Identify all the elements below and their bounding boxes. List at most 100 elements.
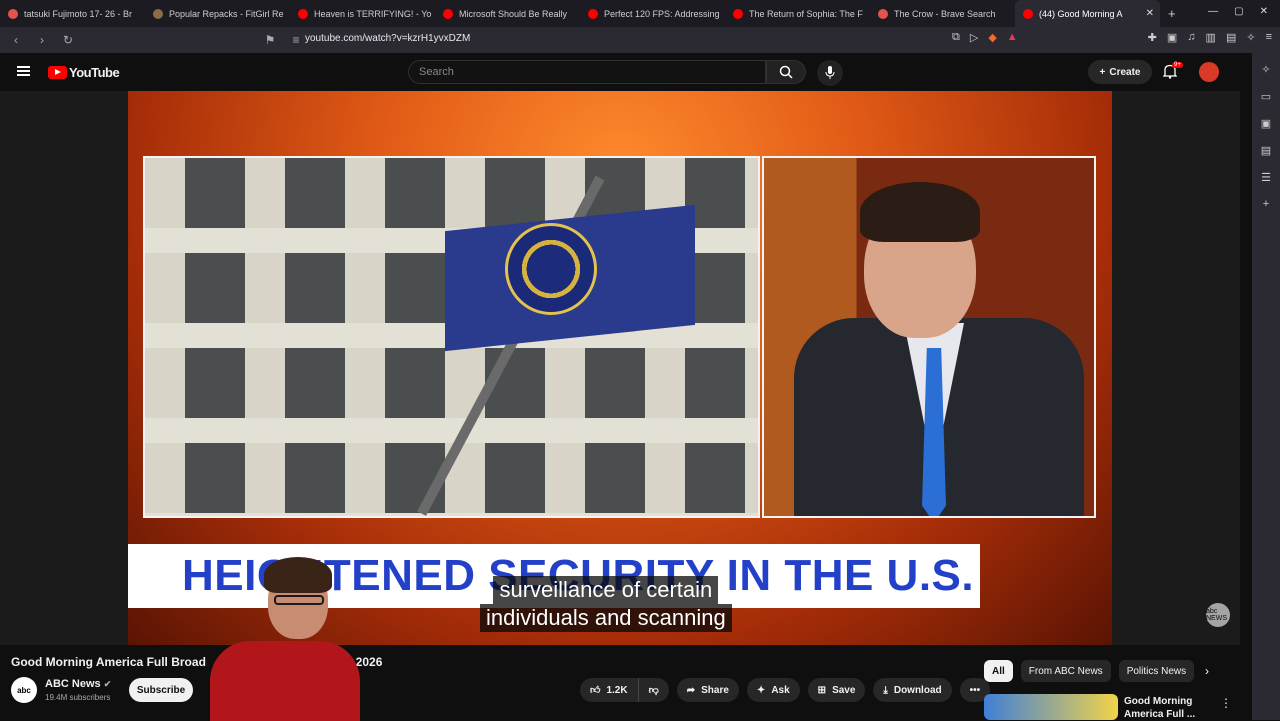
sidebar-toggle-icon[interactable]: ▥: [1206, 31, 1216, 44]
add-sidebar-icon[interactable]: +: [1263, 198, 1269, 210]
toolbar-icons: ⧉ ▷ ◆ ▲ ✚ ▣ ♫ ▥ ▤ ✧ ≡: [952, 31, 1272, 44]
share-page-icon[interactable]: ⧉: [952, 31, 960, 44]
share-icon: ➦: [686, 684, 696, 696]
youtube-logo[interactable]: YouTube: [48, 65, 120, 80]
voice-search-button[interactable]: [817, 60, 843, 86]
reading-list-sidebar-icon[interactable]: ☰: [1261, 171, 1271, 184]
reload-icon[interactable]: ↻: [58, 33, 78, 47]
tab-favicon-icon: [153, 8, 163, 19]
window-controls: — ▢ ✕: [1196, 0, 1280, 23]
media-icon[interactable]: ▷: [970, 31, 978, 44]
thumbs-down-icon: 👎︎: [648, 685, 659, 696]
tab-favicon-icon: [588, 8, 598, 19]
download-button[interactable]: ⤓ Download: [873, 678, 952, 702]
share-button[interactable]: ➦ Share: [676, 678, 739, 702]
tab-favicon-icon: [8, 8, 18, 19]
plus-icon: +: [1099, 66, 1106, 78]
browser-tab[interactable]: The Crow - Brave Search: [870, 0, 1015, 27]
like-dislike-group: 👍︎ 1.2K 👎︎: [580, 678, 669, 702]
brave-rewards-icon[interactable]: ▲: [1007, 31, 1018, 44]
chip-all[interactable]: All: [984, 660, 1013, 682]
browser-tab[interactable]: tatsuki Fujimoto 17- 26 - Br: [0, 0, 145, 27]
closed-caption: surveillance of certain individuals and …: [480, 576, 732, 632]
forward-icon[interactable]: ›: [32, 33, 52, 47]
video-title: Good Morning America Full Broad: [11, 655, 206, 669]
abc-news-watermark: abc NEWS: [1206, 603, 1230, 627]
more-icon[interactable]: ⋮: [1220, 696, 1232, 710]
recommended-video-title[interactable]: Good Morning America Full ...: [1124, 695, 1214, 721]
music-icon[interactable]: ♫: [1187, 31, 1195, 44]
youtube-play-icon: [48, 66, 67, 79]
leo-icon[interactable]: ✧: [1246, 31, 1255, 44]
browser-tab-active[interactable]: (44) Good Morning A ✕: [1015, 0, 1160, 27]
microphone-icon: [825, 66, 835, 79]
video-letterbox-right: [1112, 91, 1240, 645]
maximize-icon[interactable]: ▢: [1234, 6, 1243, 17]
webcam-overlay: [200, 555, 370, 721]
search-input[interactable]: Search: [408, 60, 766, 84]
video-actions: 👍︎ 1.2K 👎︎ ➦ Share ✦ Ask ⊞ Save ⤓ Download ••…: [580, 678, 991, 702]
browser-tab-bar: tatsuki Fujimoto 17- 26 - Br Popular Rep…: [0, 0, 1280, 27]
video-panel-reporter: [762, 156, 1096, 518]
close-window-icon[interactable]: ✕: [1260, 6, 1268, 17]
search-button[interactable]: [766, 60, 806, 84]
chevron-right-icon[interactable]: ›: [1205, 664, 1209, 678]
video-panel-fbi-building: [143, 156, 760, 518]
download-icon: ⤓: [883, 684, 888, 696]
site-info-icon[interactable]: ≡: [286, 33, 306, 47]
leo-sidebar-icon[interactable]: ✧: [1261, 63, 1270, 76]
chat-sidebar-icon[interactable]: ▭: [1261, 90, 1271, 103]
close-tab-icon[interactable]: ✕: [1146, 8, 1154, 19]
browser-tab[interactable]: Popular Repacks - FitGirl Re: [145, 0, 290, 27]
wallet-sidebar-icon[interactable]: ▣: [1261, 117, 1271, 130]
url-field[interactable]: youtube.com/watch?v=kzrH1yvxDZM: [305, 33, 470, 44]
browser-tab[interactable]: Perfect 120 FPS: Addressing: [580, 0, 725, 27]
tab-favicon-icon: [878, 8, 888, 19]
tab-favicon-icon: [733, 8, 743, 19]
avatar[interactable]: [1199, 62, 1219, 82]
browser-sidebar: ✧ ▭ ▣ ▤ ☰ +: [1252, 53, 1280, 720]
subscribe-button[interactable]: Subscribe: [129, 678, 193, 702]
browser-tab[interactable]: Heaven is TERRIFYING! - Yo: [290, 0, 435, 27]
ask-button[interactable]: ✦ Ask: [746, 678, 800, 702]
verified-icon: ✔: [103, 679, 112, 689]
brave-shield-icon[interactable]: ◆: [988, 31, 996, 44]
notification-badge: 9+: [1172, 62, 1183, 68]
minimize-icon[interactable]: —: [1208, 6, 1218, 17]
recommended-video-thumbnail[interactable]: [984, 694, 1118, 720]
channel-avatar[interactable]: abc: [11, 677, 37, 703]
wallet-icon[interactable]: ▣: [1167, 31, 1177, 44]
video-letterbox-left: [0, 91, 128, 645]
fbi-seal-icon: [505, 223, 597, 315]
chip-politics-news[interactable]: Politics News: [1118, 660, 1195, 682]
video-player[interactable]: HEIGHTENED SECURITY IN THE U.S. surveill…: [0, 91, 1240, 645]
bookmarks-sidebar-icon[interactable]: ▤: [1261, 144, 1271, 157]
save-icon: ⊞: [817, 684, 827, 696]
recommendation-chips: All From ABC News Politics News: [984, 660, 1195, 682]
channel-name[interactable]: ABC News ✔: [45, 678, 111, 690]
browser-toolbar: ‹ › ↻ ⚑ ≡ youtube.com/watch?v=kzrH1yvxDZ…: [0, 27, 1280, 53]
create-button[interactable]: + Create: [1088, 60, 1152, 84]
thumbs-up-icon: 👍︎: [590, 685, 601, 696]
dislike-button[interactable]: 👎︎: [638, 678, 669, 702]
chip-from-abc-news[interactable]: From ABC News: [1020, 660, 1111, 682]
search-icon: [779, 65, 793, 79]
bookmark-icon[interactable]: ⚑: [260, 33, 280, 47]
like-button[interactable]: 👍︎ 1.2K: [580, 678, 639, 702]
tab-favicon-icon: [1023, 8, 1033, 19]
subscriber-count: 19.4M subscribers: [45, 693, 111, 702]
tab-favicon-icon: [298, 8, 308, 19]
back-icon[interactable]: ‹: [6, 33, 26, 47]
new-tab-icon[interactable]: +: [1168, 6, 1176, 21]
sparkle-icon: ✦: [756, 684, 766, 696]
save-button[interactable]: ⊞ Save: [807, 678, 866, 702]
extensions-icon[interactable]: ✚: [1148, 31, 1157, 44]
caption-line: surveillance of certain: [493, 576, 719, 604]
caption-line: individuals and scanning: [480, 604, 732, 632]
hamburger-menu-icon[interactable]: [17, 66, 30, 76]
browser-tab[interactable]: The Return of Sophia: The F: [725, 0, 870, 27]
menu-icon[interactable]: ≡: [1266, 31, 1272, 44]
wallet-2-icon[interactable]: ▤: [1226, 31, 1236, 44]
youtube-header: YouTube Search + Create 9+: [0, 53, 1240, 91]
browser-tab[interactable]: Microsoft Should Be Really: [435, 0, 580, 27]
